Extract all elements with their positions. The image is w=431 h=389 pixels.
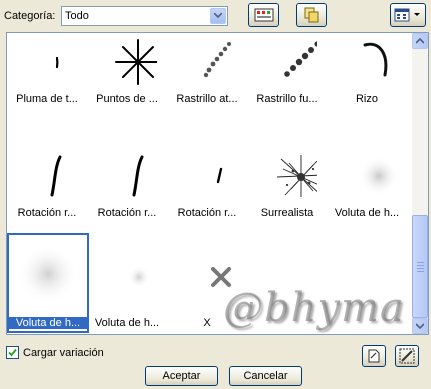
smoke-icon: [329, 149, 405, 203]
brush-item[interactable]: Rotación r...: [167, 147, 247, 227]
brush-grid: Pluma de t... Puntos de ... Rastrillo at…: [7, 33, 412, 334]
curl-icon: [329, 35, 405, 89]
palette-icon: [254, 8, 273, 22]
new-brush-button[interactable]: [362, 345, 386, 367]
surreal-splat-icon: [249, 149, 325, 203]
brush-item[interactable]: X: [167, 233, 247, 333]
brush-label: Puntos de ...: [96, 93, 158, 105]
load-variation-checkbox[interactable]: [6, 346, 19, 359]
brush-label: Surrealista: [260, 207, 314, 219]
category-combobox[interactable]: Todo: [61, 6, 228, 26]
brush-item[interactable]: Surrealista: [247, 147, 327, 227]
brush-label: Rizo: [355, 93, 378, 105]
brush-label: Rastrillo fu...: [256, 93, 318, 105]
rotation-stroke-icon: [89, 149, 165, 203]
copy-brush-button[interactable]: [296, 3, 327, 27]
vertical-scrollbar[interactable]: [412, 33, 428, 334]
brush-label: Voluta de h...: [9, 317, 87, 329]
brush-edit-icon: [399, 348, 415, 364]
smoke-small-icon: [89, 245, 165, 299]
brush-label: Voluta de h...: [334, 207, 400, 219]
load-variation-label: Cargar variación: [23, 346, 104, 359]
rake-dots-icon: [169, 35, 245, 89]
load-variation-option[interactable]: Cargar variación: [6, 346, 104, 359]
brush-label: Rotación r...: [97, 207, 157, 219]
brush-label: X: [203, 317, 211, 329]
chevron-down-icon[interactable]: [210, 8, 226, 24]
view-options-button[interactable]: [390, 3, 426, 27]
brush-item-selected[interactable]: Voluta de h...: [7, 233, 89, 333]
brush-item[interactable]: Rastrillo at...: [167, 33, 247, 113]
grid-view-icon: [394, 8, 420, 22]
x-brush-icon: [169, 245, 245, 299]
brush-label: Rotación r...: [177, 207, 237, 219]
brush-item[interactable]: Rizo: [327, 33, 407, 113]
scrollbar-thumb[interactable]: [412, 215, 428, 318]
cancel-button[interactable]: Cancelar: [229, 366, 302, 386]
brush-label: Pluma de t...: [16, 93, 78, 105]
brush-item[interactable]: Voluta de h...: [87, 233, 167, 333]
brush-label: Rastrillo at...: [176, 93, 238, 105]
brush-settings-button[interactable]: [248, 3, 279, 27]
category-label: Categoría:: [4, 10, 56, 22]
brush-label: Rotación r...: [17, 207, 77, 219]
top-toolbar: Categoría: Todo: [0, 0, 431, 32]
brush-item[interactable]: Rotación r...: [7, 147, 87, 227]
copy-icon: [304, 7, 318, 23]
pen-stroke-icon: [9, 35, 85, 89]
rotation-stroke-icon: [9, 149, 85, 203]
brush-label: Voluta de h...: [94, 317, 160, 329]
smoke-large-icon: [9, 235, 87, 313]
accept-button[interactable]: Aceptar: [145, 366, 218, 386]
edit-brush-button[interactable]: [395, 345, 419, 367]
rotation-small-icon: [169, 149, 245, 203]
rake-heavy-icon: [249, 35, 325, 89]
checkmark-icon: [8, 348, 17, 357]
brush-item[interactable]: Voluta de h...: [327, 147, 407, 227]
scroll-up-icon[interactable]: [412, 33, 428, 49]
star-points-icon: [89, 35, 165, 89]
watermark-text: @bhyma: [223, 285, 405, 331]
new-document-icon: [368, 349, 380, 363]
brush-item[interactable]: Puntos de ...: [87, 33, 167, 113]
brush-item[interactable]: Rastrillo fu...: [247, 33, 327, 113]
brush-list: Pluma de t... Puntos de ... Rastrillo at…: [6, 32, 429, 335]
brush-item[interactable]: Rotación r...: [87, 147, 167, 227]
category-value: Todo: [65, 10, 89, 22]
brush-item[interactable]: Pluma de t...: [7, 33, 87, 113]
scroll-down-icon[interactable]: [412, 318, 428, 334]
